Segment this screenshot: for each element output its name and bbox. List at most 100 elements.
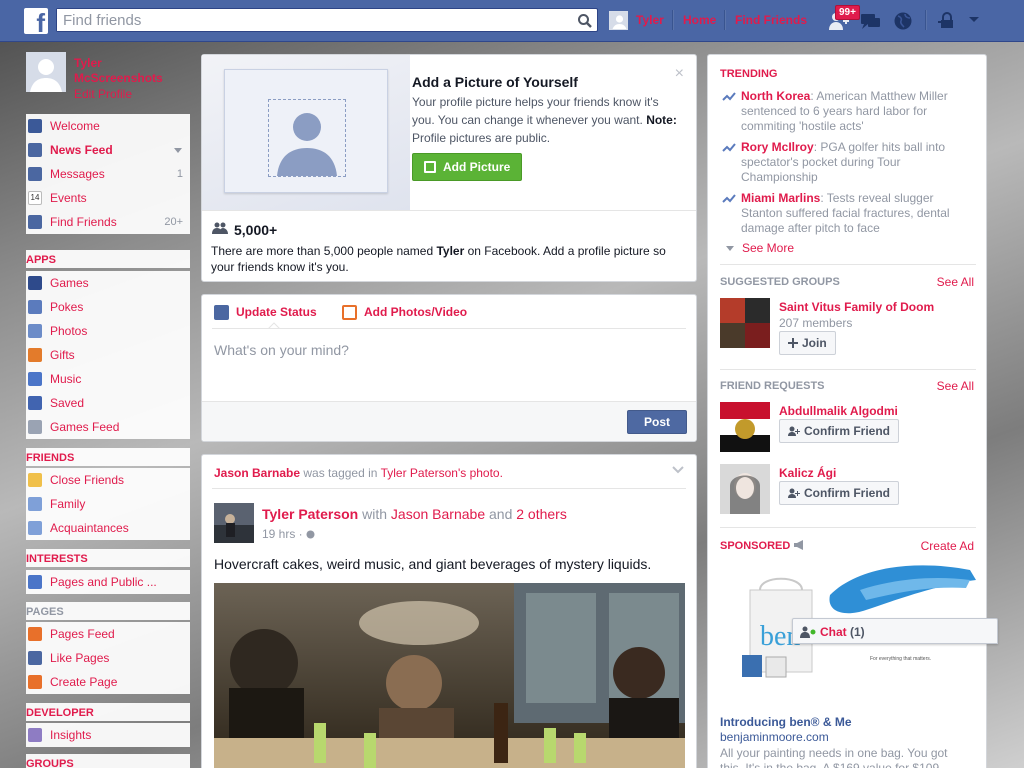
photo-link[interactable]: 's photo. [458, 466, 503, 480]
nav-home-link[interactable]: Home [683, 13, 716, 27]
trending-topic[interactable]: North Korea [741, 89, 810, 103]
chat-tab[interactable]: Chat (1) [792, 618, 998, 644]
rss-list-icon [28, 575, 42, 589]
note-text: Profile pictures are public. [412, 131, 551, 145]
see-more-link[interactable]: See More [726, 241, 794, 255]
sidebar-item-insights[interactable]: Insights [26, 723, 190, 747]
nav-avatar[interactable] [609, 11, 628, 30]
status-input[interactable] [214, 342, 684, 382]
others-link[interactable]: 2 others [516, 506, 567, 522]
ad-description: All your painting needs in one bag. You … [720, 746, 948, 768]
close-icon[interactable]: × [675, 65, 684, 83]
people-icon [212, 222, 228, 234]
requester-avatar[interactable] [720, 464, 770, 514]
sidebar-item-family[interactable]: Family [26, 492, 190, 516]
sidebar-item-news-feed[interactable]: News Feed [26, 138, 190, 162]
sidebar-item-create-page[interactable]: Create Page [26, 670, 190, 694]
search-icon[interactable] [577, 13, 593, 29]
edit-profile-link[interactable]: Edit Profile [74, 87, 132, 101]
chevron-down-icon[interactable] [174, 148, 182, 153]
sidebar-item-saved[interactable]: Saved [26, 391, 190, 415]
nav-find-friends-link[interactable]: Find Friends [735, 13, 807, 27]
requester-avatar[interactable] [720, 402, 770, 452]
facebook-logo[interactable]: f [24, 8, 48, 34]
sidebar-item-label: Games Feed [50, 420, 120, 434]
sidebar-item-like-pages[interactable]: Like Pages [26, 646, 190, 670]
sidebar-item-music[interactable]: Music [26, 367, 190, 391]
sidebar-item-events[interactable]: 14 Events [26, 186, 190, 210]
sidebar-item-photos[interactable]: Photos [26, 319, 190, 343]
plus-icon [28, 675, 42, 689]
add-picture-button[interactable]: Add Picture [412, 153, 522, 181]
search-box [56, 8, 598, 32]
sidebar-item-pokes[interactable]: Pokes [26, 295, 190, 319]
tagged-friend-link[interactable]: Jason Barnabe [391, 506, 485, 522]
trending-item[interactable]: Miami Marlins: Tests reveal slugger Stan… [722, 191, 974, 236]
sidebar-item-welcome[interactable]: Welcome [26, 114, 190, 138]
chevron-down-icon[interactable] [672, 465, 684, 475]
create-ad-link[interactable]: Create Ad [921, 539, 974, 553]
star-icon [28, 473, 42, 487]
sidebar-item-gifts[interactable]: Gifts [26, 343, 190, 367]
group-name-link[interactable]: Saint Vitus Family of Doom [779, 300, 934, 314]
with-text: with [358, 506, 391, 522]
privacy-lock-icon[interactable] [936, 11, 958, 31]
requester-name-link[interactable]: Kalicz Ági [779, 466, 836, 480]
author-avatar[interactable] [214, 503, 254, 543]
sidebar-item-pages-and-public[interactable]: Pages and Public ... [26, 570, 190, 594]
profile-box: Tyler McScreenshots Edit Profile [26, 52, 190, 102]
desc-name: Tyler [436, 244, 465, 258]
tab-label: Update Status [236, 305, 317, 319]
apps-nav: Games Pokes Photos Gifts Music Saved Gam… [26, 271, 190, 439]
sidebar-item-close-friends[interactable]: Close Friends [26, 468, 190, 492]
trending-topic[interactable]: Miami Marlins [741, 191, 820, 205]
trending-arrow-icon [722, 92, 736, 101]
confirm-label: Confirm Friend [804, 424, 890, 438]
sidebar-item-games[interactable]: Games [26, 271, 190, 295]
divider [720, 527, 976, 528]
tagger-link[interactable]: Jason Barnabe [214, 466, 300, 480]
profile-name[interactable]: Tyler McScreenshots [74, 56, 190, 86]
sidebar-item-messages[interactable]: Messages 1 [26, 162, 190, 186]
picture-icon [424, 161, 436, 173]
divider [202, 210, 696, 211]
sidebar-item-acquaintances[interactable]: Acquaintances [26, 516, 190, 540]
ad-title-link[interactable]: Introducing ben® & Me [720, 715, 852, 729]
notifications-globe-icon[interactable] [892, 11, 914, 31]
sidebar-item-pages-feed[interactable]: Pages Feed [26, 622, 190, 646]
add-picture-card: × Add a Picture of Yourself Your profile… [201, 54, 697, 282]
sidebar-item-find-friends[interactable]: Find Friends 20+ [26, 210, 190, 234]
search-input[interactable] [57, 9, 567, 31]
confirm-friend-button[interactable]: Confirm Friend [779, 419, 899, 443]
sponsored-header: SPONSORED [720, 540, 805, 552]
photo-owner-link[interactable]: Tyler Paterson [381, 466, 458, 480]
tab-add-photos-video[interactable]: Add Photos/Video [342, 305, 467, 320]
trending-item[interactable]: Rory McIlroy: PGA golfer hits ball into … [722, 140, 974, 185]
story-timestamp[interactable]: 19 hrs · [262, 527, 315, 541]
profile-picture[interactable] [26, 52, 66, 92]
nav-profile-link[interactable]: Tyler [636, 13, 664, 27]
nav-separator [724, 10, 725, 30]
requester-name-link[interactable]: Abdullmalik Algodmi [779, 404, 898, 418]
trending-topic[interactable]: Rory McIlroy [741, 140, 814, 154]
post-button[interactable]: Post [627, 410, 687, 434]
divider [212, 488, 686, 489]
messages-icon[interactable] [860, 11, 882, 31]
see-all-groups-link[interactable]: See All [937, 275, 974, 289]
join-group-button[interactable]: Join [779, 331, 836, 355]
tab-update-status[interactable]: Update Status [214, 305, 317, 320]
section-header-groups: GROUPS [26, 754, 190, 768]
story-photo[interactable] [214, 583, 685, 768]
insights-chart-icon [28, 728, 42, 742]
author-link[interactable]: Tyler Paterson [262, 506, 358, 522]
ad-url[interactable]: benjaminmoore.com [720, 730, 829, 744]
megaphone-icon [28, 627, 42, 641]
confirm-friend-button[interactable]: Confirm Friend [779, 481, 899, 505]
sidebar-item-games-feed[interactable]: Games Feed [26, 415, 190, 439]
account-menu-chevron-icon[interactable] [968, 16, 980, 24]
see-all-requests-link[interactable]: See All [937, 379, 974, 393]
group-thumbnail[interactable] [720, 298, 770, 348]
trending-item[interactable]: North Korea: American Matthew Miller sen… [722, 89, 974, 134]
sidebar-item-label: Family [50, 497, 86, 511]
family-icon [28, 497, 42, 511]
